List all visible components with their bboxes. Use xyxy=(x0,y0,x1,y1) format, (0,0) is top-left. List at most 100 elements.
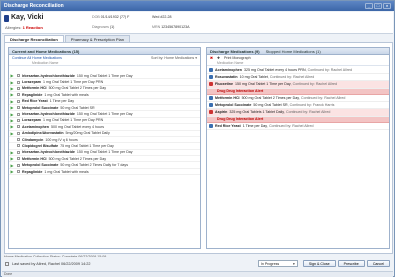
dob-value: 01/14/1932 (77) F xyxy=(100,15,130,19)
medication-name: Rosuvastatin xyxy=(215,75,238,80)
medication-sig: 1 Time per Day xyxy=(242,124,268,128)
row-checkbox[interactable] xyxy=(17,112,20,116)
medication-name: Repaglinide xyxy=(22,169,43,174)
medication-name: Irbesartan-hydrochlorothiazide xyxy=(22,73,75,78)
row-checkbox[interactable] xyxy=(17,118,20,122)
row-checkbox[interactable] xyxy=(17,170,20,174)
window-title: Discharge Reconciliation xyxy=(4,3,64,9)
allergies[interactable]: Allergies: 1 Reaction xyxy=(5,25,43,30)
continue-arrow-icon[interactable]: ▶ xyxy=(9,73,15,78)
diagnoses-value[interactable]: (1) xyxy=(110,25,114,29)
medication-name: Acetaminophen xyxy=(215,68,242,73)
tab-discharge-reconciliation[interactable]: Discharge Reconciliation xyxy=(4,35,64,42)
left-medication-row[interactable]: ▶ Repaglinide 1 mg Oral Tablet with meals xyxy=(9,169,200,176)
mrn-value: 1234567890123A xyxy=(161,25,190,29)
medication-sig: 150 mg Oral Tablet 1 Time per Day xyxy=(76,73,133,78)
continue-arrow-icon[interactable]: ▶ xyxy=(9,124,15,129)
medication-sig: 50 mg Oral Tablet SR xyxy=(60,105,95,110)
medication-sig: 500 mg Oral Tablet every 4 hours xyxy=(50,124,105,129)
continue-all-link[interactable]: Continue All Home Medications xyxy=(12,56,62,60)
tab-pharmacy-prescription-plan[interactable]: Pharmacy & Prescription Plan xyxy=(64,35,130,42)
discharge-medications-pane: Discharge Medications (9) Stopped Home M… xyxy=(206,47,390,249)
pill-icon xyxy=(209,68,213,73)
continued-by: , Continued by: Rachel Allred xyxy=(299,96,346,101)
row-checkbox[interactable] xyxy=(17,144,20,148)
right-column-header[interactable]: Medication Name xyxy=(207,61,389,66)
medication-name: Metformin HCl xyxy=(215,96,240,101)
continued-by: , Continued by: Rachel Allred xyxy=(267,124,314,128)
current-home-medications-pane: Current and Home Medications (15) Contin… xyxy=(8,47,201,249)
sign-close-button[interactable]: Sign & Close xyxy=(302,260,336,267)
medication-name: Metoprolol Succinate xyxy=(215,103,252,108)
discharge-medication-row[interactable]: Fluoxetine 150 mg Oral Tablet 1 Time per … xyxy=(207,81,389,89)
medication-sig: 10 mg Oral Tablet xyxy=(239,75,268,80)
left-pane-header: Current and Home Medications (15) xyxy=(9,48,200,55)
medication-sig: 1 mg Oral Tablet with meals xyxy=(44,92,89,97)
prescribe-button[interactable]: Prescribe xyxy=(337,260,365,267)
mrn: MRN 1234567890123A xyxy=(152,25,190,29)
medication-sig: 325 mg Oral Tablets 1 Tablet Daily xyxy=(229,110,284,115)
continued-by: , Continued by: Rachel Allred xyxy=(290,82,338,87)
continue-arrow-icon[interactable]: ▶ xyxy=(9,80,15,85)
continue-arrow-icon[interactable]: ▶ xyxy=(9,118,15,123)
row-checkbox[interactable] xyxy=(17,74,20,78)
dob: DOB 01/14/1932 (77) F xyxy=(92,15,129,19)
row-checkbox[interactable] xyxy=(17,99,20,103)
discharge-medication-row[interactable]: Aspirin 325 mg Oral Tablets 1 Tablet Dail… xyxy=(207,109,389,117)
row-checkbox[interactable] xyxy=(17,86,20,90)
row-checkbox[interactable] xyxy=(17,131,20,135)
continue-arrow-icon[interactable]: ▶ xyxy=(9,169,15,174)
row-checkbox[interactable] xyxy=(17,150,20,154)
maximize-icon[interactable]: □ xyxy=(374,3,382,9)
add-icon[interactable]: ✚ xyxy=(217,56,220,60)
row-checkbox[interactable] xyxy=(17,157,20,161)
left-column-header[interactable]: Medication Name xyxy=(9,61,200,66)
continued-by: , Continued by: Rachel Allred xyxy=(284,110,331,115)
row-checkbox[interactable] xyxy=(17,93,20,97)
medication-name: Irbesartan-hydrochlorothiazide xyxy=(22,112,75,117)
allergies-value[interactable]: 1 Reaction xyxy=(23,25,43,30)
diagnoses[interactable]: Diagnoses (1) xyxy=(92,25,114,29)
status-bar: Done xyxy=(2,271,393,277)
medication-name: Red Rice Yeast xyxy=(22,99,48,104)
medication-name: Clindamycin xyxy=(22,137,44,142)
medication-name: Metoprolol Succinate xyxy=(22,163,59,168)
continue-arrow-icon[interactable]: ▶ xyxy=(9,86,15,91)
sort-dropdown[interactable]: Sort by: Home Medications ▾ xyxy=(151,56,197,60)
discharge-medication-row[interactable]: Rosuvastatin 10 mg Oral Tablet, Continued… xyxy=(207,74,389,82)
discharge-medication-row[interactable]: Red Rice Yeast 1 Time per Day, Continued … xyxy=(207,123,389,131)
close-icon[interactable]: × xyxy=(383,3,391,9)
row-checkbox[interactable] xyxy=(17,163,20,167)
discharge-medication-row[interactable]: Acetaminophen 325 mg Oral Tablet every 4 … xyxy=(207,67,389,75)
row-checkbox[interactable] xyxy=(17,125,20,129)
continue-arrow-icon[interactable]: ▶ xyxy=(9,92,15,97)
continue-arrow-icon[interactable]: ▶ xyxy=(9,150,15,155)
tab-stopped-home-medications[interactable]: Stopped Home Medications (1) xyxy=(266,49,321,54)
discharge-medication-row[interactable]: Metformin HCl 500 mg Oral Tablet 2 Times … xyxy=(207,95,389,103)
continue-arrow-icon[interactable]: ▶ xyxy=(9,156,15,161)
continue-arrow-icon[interactable]: ▶ xyxy=(9,99,15,104)
warning-icon xyxy=(209,110,213,115)
continue-arrow-icon[interactable]: ▶ xyxy=(9,112,15,117)
status-select[interactable]: In Progress ▾ xyxy=(257,260,298,267)
last-saved-text: Last saved by Allred, Rachel 06/22/2009 … xyxy=(12,261,91,266)
medication-sig: 150 mg Oral Tablet 1 Time per Day xyxy=(76,150,133,155)
discharge-medication-row[interactable]: Metoprolol Succinate 50 mg Oral Tablet SR… xyxy=(207,102,389,110)
continue-arrow-icon[interactable]: ▶ xyxy=(9,131,15,136)
medication-name: Aspirin xyxy=(215,110,228,115)
print-monograph-link[interactable]: Print Monograph xyxy=(224,56,251,60)
medication-name: Irbesartan-hydrochlorothiazide xyxy=(22,150,75,155)
remove-icon[interactable]: ✖ xyxy=(210,56,213,60)
row-checkbox[interactable] xyxy=(17,138,20,142)
continue-arrow-icon[interactable]: ▶ xyxy=(9,163,15,168)
row-checkbox[interactable] xyxy=(17,106,20,110)
cancel-button[interactable]: Cancel xyxy=(366,260,390,267)
medication-sig: 500 mg Oral Tablet 2 Times per Day xyxy=(241,96,300,101)
pill-icon xyxy=(209,75,213,80)
continue-arrow-icon[interactable]: ▶ xyxy=(9,105,15,110)
medication-name: Metformin HCl xyxy=(22,86,47,91)
tab-discharge-medications[interactable]: Discharge Medications (9) xyxy=(210,49,260,54)
row-checkbox[interactable] xyxy=(17,80,20,84)
minimize-icon[interactable]: _ xyxy=(365,3,373,9)
patient-name: Kay, Vicki xyxy=(11,14,44,21)
